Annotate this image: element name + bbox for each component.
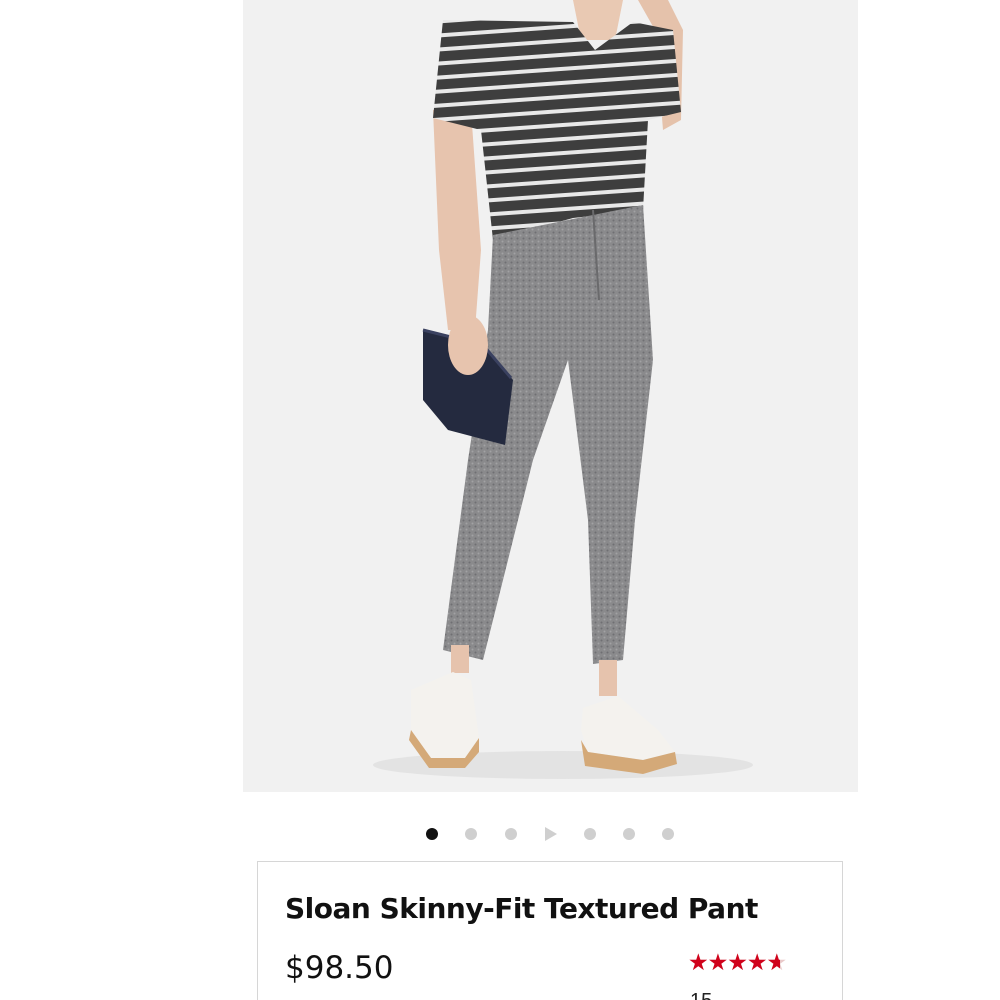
carousel-dot-6[interactable]	[623, 828, 635, 840]
carousel-dot-3[interactable]	[505, 828, 517, 840]
product-rating[interactable]: ★★★★★ ★★★★★	[688, 950, 803, 974]
product-title: Sloan Skinny-Fit Textured Pant	[285, 892, 758, 925]
carousel-dot-2[interactable]	[465, 828, 477, 840]
star-rating-icon: ★★★★★ ★★★★★	[688, 950, 787, 974]
product-price: $98.50	[285, 950, 394, 986]
carousel-dot-5[interactable]	[584, 828, 596, 840]
product-image[interactable]	[243, 0, 858, 792]
stars-fill: ★★★★★	[688, 950, 781, 974]
carousel-dot-1-active[interactable]	[426, 828, 438, 840]
model-photo-illustration	[243, 0, 858, 792]
product-page: Sloan Skinny-Fit Textured Pant $98.50 ★★…	[0, 0, 1000, 1000]
carousel-dot-7[interactable]	[662, 828, 674, 840]
review-count[interactable]: 15	[690, 990, 712, 1000]
image-carousel-indicator	[0, 825, 1000, 843]
product-info-card: Sloan Skinny-Fit Textured Pant $98.50 ★★…	[257, 861, 843, 1000]
video-play-icon[interactable]	[545, 827, 557, 841]
